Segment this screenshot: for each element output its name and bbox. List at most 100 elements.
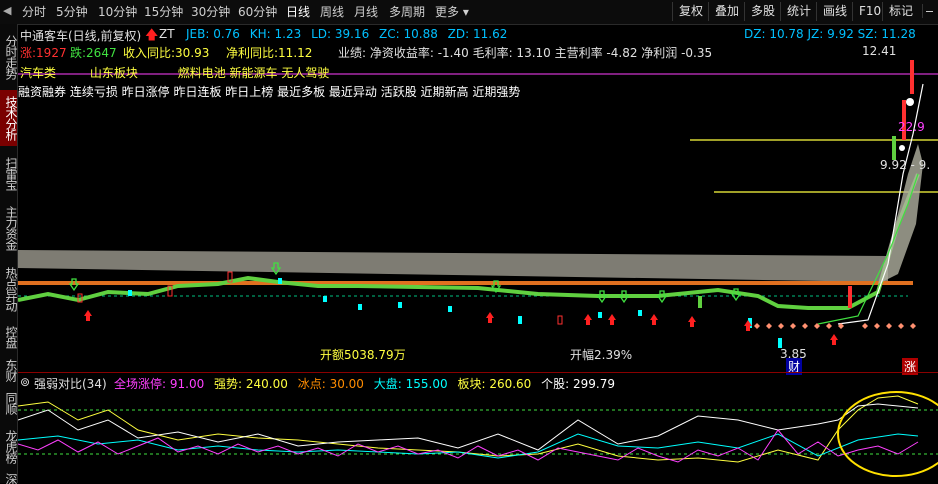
business-stats: 业绩: 净资收益率: -1.40 毛利率: 13.10 主营利率 -4.82 净…	[338, 46, 713, 60]
price-top-label: 12.41	[862, 44, 897, 58]
period-toolbar: ◀ 分时 5分钟 10分钟 15分钟 30分钟 60分钟 日线 周线 月线 多周…	[0, 0, 938, 25]
open-amount: 开额5038.79万	[320, 348, 406, 362]
up-count: 涨:1927	[20, 46, 67, 60]
candle	[323, 296, 327, 302]
minus-icon[interactable]	[922, 4, 935, 18]
tab-dongcai[interactable]: 东财	[0, 355, 18, 385]
legend-sector: 板块: 260.60	[457, 377, 532, 391]
buy-arrow-icon	[84, 310, 92, 321]
tab-longhu[interactable]: 龙虎榜	[0, 424, 18, 468]
price-low-label: 9.92 - 9.	[880, 158, 931, 172]
candle	[518, 316, 522, 324]
candle	[448, 306, 452, 312]
candle	[910, 60, 914, 94]
legend-freeze: 冰点: 30.00	[297, 377, 364, 391]
period-multi[interactable]: 多周期	[389, 3, 425, 21]
net-profit-growth: 净利同比:11.12	[226, 46, 313, 60]
price-mid-label: 22.9	[898, 120, 925, 134]
side-tabs: 分时走势 技术分析 扫雷宝 主力资金 热点异动 控盘 东财 同顺 龙虎榜 深	[0, 24, 18, 484]
legend-limitup: 全场涨停: 91.00	[114, 377, 205, 391]
tag-item[interactable]: 新能源车	[230, 66, 278, 80]
concept-list: 融资融券 连续亏损 昨日涨停 昨日连板 昨日上榜 最近多板 最近异动 活跃股 近…	[18, 85, 521, 99]
tab-fenshi[interactable]: 分时走势	[0, 28, 18, 86]
tag-list: 汽车类 山东板块 燃料电池 新能源车 无人驾驶	[20, 64, 329, 81]
tab-main-fund[interactable]: 主力资金	[0, 200, 18, 256]
buy-arrow-icon	[688, 316, 696, 327]
tab-tongshun[interactable]: 同顺	[0, 388, 18, 418]
period-60min[interactable]: 60分钟	[238, 3, 277, 21]
candle	[598, 312, 602, 318]
period-more-label: 更多	[435, 5, 460, 19]
fuquan-button[interactable]: 复权	[672, 2, 709, 21]
open-pct: 开幅2.39%	[570, 348, 633, 362]
limitup-line	[18, 429, 919, 463]
diamond-row	[754, 323, 916, 329]
indicator-zd: ZD: 11.62	[447, 27, 508, 41]
candle	[698, 296, 702, 308]
candle	[358, 304, 362, 310]
buy-signals	[84, 310, 838, 345]
tab-saoleibao[interactable]: 扫雷宝	[0, 151, 18, 195]
indicator-row: JEB: 0.76 KH: 1.23 LD: 39.16 ZC: 10.88 Z…	[186, 27, 513, 41]
right-stats: DZ: 10.78 JZ: 9.92 SZ: 11.28	[744, 27, 916, 41]
period-fenshi[interactable]: 分时	[22, 3, 46, 21]
period-5min[interactable]: 5分钟	[56, 3, 88, 21]
legend-market: 大盘: 155.00	[373, 377, 448, 391]
legend-stock: 个股: 299.79	[541, 377, 616, 391]
strength-panel: ⊚ 强弱对比(34) 全场涨停: 91.00 强势: 240.00 冰点: 30…	[18, 372, 938, 484]
period-daily[interactable]: 日线	[286, 3, 310, 21]
tag-item[interactable]: 燃料电池	[178, 66, 226, 80]
indicator-zc: ZC: 10.88	[379, 27, 438, 41]
legend-strong: 强势: 240.00	[214, 377, 288, 391]
candle	[638, 310, 642, 316]
buy-arrow-icon	[650, 314, 658, 325]
marker-circle	[899, 145, 905, 151]
tag-item[interactable]: 无人驾驶	[281, 66, 329, 80]
tab-shen[interactable]: 深	[0, 472, 18, 484]
tag-item[interactable]: 山东板块	[90, 66, 138, 80]
tab-hotspot[interactable]: 热点异动	[0, 261, 18, 317]
multi-stock-button[interactable]: 多股	[744, 2, 781, 21]
ticker-label: ZT	[159, 27, 175, 41]
cloud-band	[18, 250, 888, 282]
stat-dz: DZ: 10.78	[744, 27, 804, 41]
back-arrow-icon[interactable]: ◀	[3, 4, 13, 20]
period-monthly[interactable]: 月线	[354, 3, 378, 21]
overlay-button[interactable]: 叠加	[708, 2, 745, 21]
indicator-kh: KH: 1.23	[249, 27, 302, 41]
indicator-ld: LD: 39.16	[311, 27, 370, 41]
candle	[128, 290, 132, 296]
buy-arrow-icon	[830, 334, 838, 345]
down-count: 跌:2647	[70, 46, 117, 60]
kline-panel: 中通客车(日线,前复权) 🡅 ZT JEB: 0.76 KH: 1.23 LD:…	[18, 24, 938, 375]
period-weekly[interactable]: 周线	[320, 3, 344, 21]
tab-technical[interactable]: 技术分析	[0, 90, 18, 146]
stock-name: 中通客车(日线,前复权)	[20, 29, 142, 43]
tag-item[interactable]: 汽车类	[20, 66, 56, 80]
draw-line-button[interactable]: 画线	[816, 2, 853, 21]
period-more[interactable]: 更多 ▾	[435, 3, 469, 21]
mark-button[interactable]: 标记	[882, 2, 919, 21]
ma-line-green	[18, 173, 920, 310]
income-growth: 收入同比:30.93	[123, 46, 210, 60]
candle	[278, 278, 282, 284]
stat-sz: SZ: 11.28	[857, 27, 916, 41]
marker-circle	[906, 98, 914, 106]
chevron-down-icon: ▾	[462, 5, 469, 19]
indicator-jeb: JEB: 0.76	[186, 27, 240, 41]
period-15min[interactable]: 15分钟	[144, 3, 183, 21]
candle	[398, 302, 402, 308]
stock-line	[18, 403, 919, 451]
strength-canvas[interactable]	[18, 390, 938, 484]
buy-arrow-icon	[608, 314, 616, 325]
candle	[557, 315, 563, 325]
candle	[892, 136, 896, 160]
stat-jz: JZ: 9.92	[807, 27, 854, 41]
sub-panel-settings-icon[interactable]: ⊚	[20, 375, 30, 389]
tab-control[interactable]: 控盘	[0, 322, 18, 352]
period-30min[interactable]: 30分钟	[191, 3, 230, 21]
candle	[848, 286, 852, 308]
buy-arrow-icon	[486, 312, 494, 323]
period-10min[interactable]: 10分钟	[98, 3, 137, 21]
stats-button[interactable]: 统计	[780, 2, 817, 21]
